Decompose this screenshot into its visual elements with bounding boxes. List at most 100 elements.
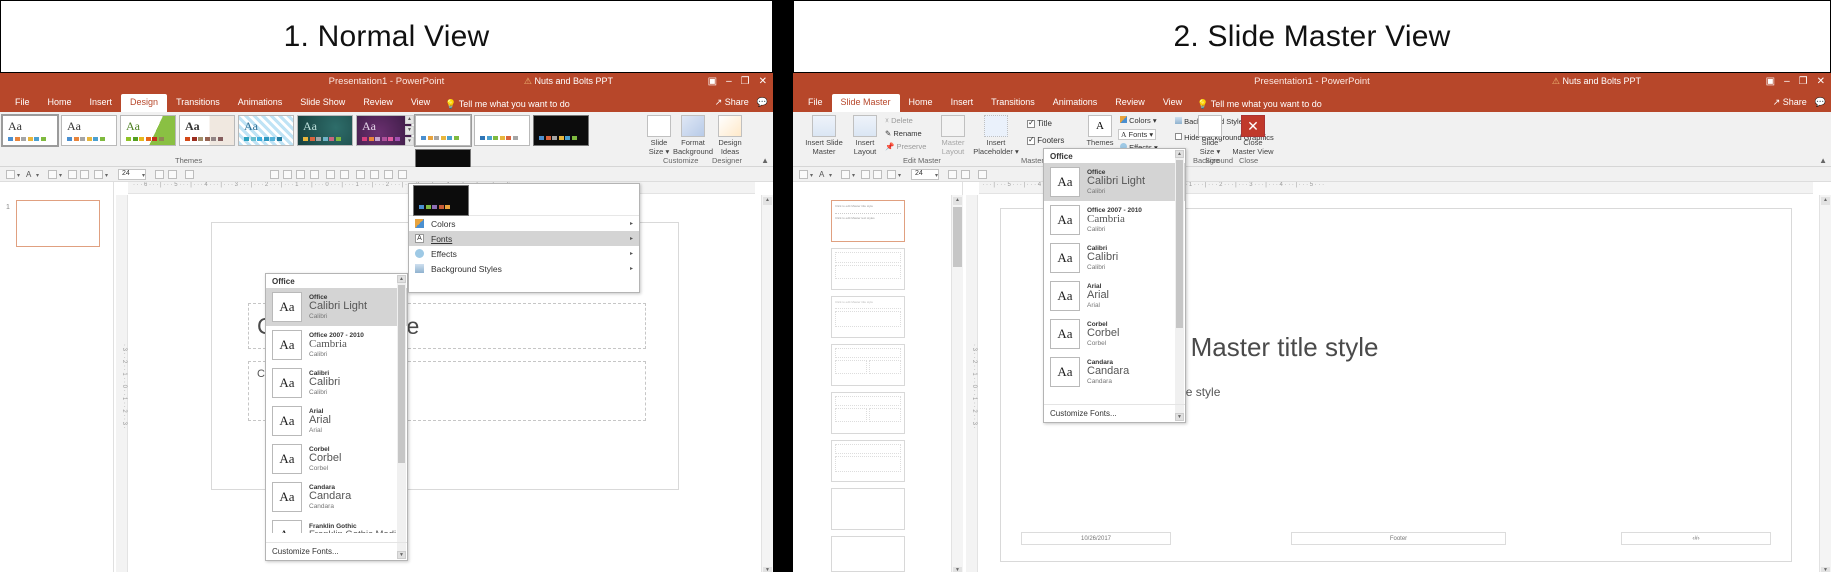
minimize-button[interactable]: – (726, 76, 732, 87)
theme-colors-button[interactable]: Colors ▾ (1120, 116, 1157, 125)
scroll-up-icon[interactable]: ▲ (953, 197, 962, 205)
tab-slide-show[interactable]: Slide Show (291, 94, 354, 112)
collapse-ribbon-icon[interactable]: ▲ (761, 156, 769, 165)
font-theme-item[interactable]: Aa Franklin Gothic Franklin Gothic Medi … (1044, 391, 1185, 395)
slide-thumbnail-pane[interactable]: 1 (0, 182, 114, 572)
slide-number-placeholder[interactable]: ‹#› (1621, 532, 1771, 545)
scroll-down-icon[interactable]: ▼ (405, 126, 414, 135)
ribbon-display-options-icon[interactable]: ▣ (1766, 76, 1775, 87)
scroll-up-icon[interactable]: ▲ (1821, 197, 1830, 205)
theme-fonts-dropdown[interactable]: Office Aa Office Calibri Light Calibri A… (1043, 148, 1186, 423)
insert-layout-button[interactable]: Insert Layout (847, 115, 883, 156)
layout-thumbnail[interactable]: Click to edit Master title style (831, 296, 905, 338)
scroll-thumb[interactable] (398, 285, 405, 463)
theme-thumb-facet[interactable]: Aa (120, 115, 176, 146)
checkbox-icon[interactable] (1175, 133, 1182, 140)
tell-me-box[interactable]: 💡 Tell me what you want to do (439, 97, 576, 112)
vertical-scrollbar[interactable]: ▲ ▼ (1819, 195, 1831, 572)
more-themes-icon[interactable]: ▾ (405, 137, 414, 146)
share-button[interactable]: ↗ Share (715, 97, 749, 108)
checkbox-icon[interactable] (1027, 120, 1035, 128)
tell-me-box[interactable]: 💡 Tell me what you want to do (1191, 97, 1328, 112)
account-name[interactable]: ⚠ Nuts and Bolts PPT (524, 76, 613, 87)
comments-icon[interactable]: 💬 (1815, 97, 1826, 108)
tab-review[interactable]: Review (1106, 94, 1154, 112)
close-button[interactable]: ✕ (1817, 76, 1825, 87)
tab-view[interactable]: View (402, 94, 439, 112)
tab-animations[interactable]: Animations (229, 94, 292, 112)
window-controls[interactable]: ▣ – ❐ ✕ (708, 76, 767, 87)
design-ideas-button[interactable]: Design Ideas (710, 115, 750, 156)
layout-thumbnail-pane[interactable]: Click to edit Master title style Click t… (793, 182, 963, 572)
scroll-down-icon[interactable]: ▼ (953, 567, 962, 572)
dropdown-scrollbar[interactable]: ▲ ▼ (397, 275, 406, 559)
checkbox-icon[interactable] (1027, 137, 1035, 145)
themes-scroll-buttons[interactable]: ▲ ▼ ▾ (405, 115, 414, 146)
font-theme-item[interactable]: Aa Office Calibri Light Calibri (1044, 163, 1185, 201)
tab-review[interactable]: Review (354, 94, 402, 112)
tab-home[interactable]: Home (900, 94, 942, 112)
tab-transitions[interactable]: Transitions (982, 94, 1044, 112)
variant-thumb-1[interactable] (415, 115, 471, 146)
font-theme-item[interactable]: Aa Office 2007 - 2010 Cambria Calibri (1044, 201, 1185, 239)
menu-item-background-styles[interactable]: Background Styles ▸ (409, 261, 639, 276)
theme-thumb-berlin[interactable]: Aa (179, 115, 235, 146)
font-theme-item[interactable]: Aa Franklin Gothic Franklin Gothic Medi … (266, 516, 407, 533)
close-master-view-button[interactable]: ✕ Close Master View (1229, 115, 1277, 156)
layout-thumbnail[interactable] (831, 248, 905, 290)
thumbnail-pane-scrollbar[interactable]: ▲ ▼ (951, 195, 963, 572)
master-layout-button[interactable]: Master Layout (934, 115, 972, 156)
insert-placeholder-button[interactable]: Insert Placeholder ▾ (970, 115, 1022, 156)
font-theme-item[interactable]: Aa Arial Arial Arial (1044, 277, 1185, 315)
delete-master-button[interactable]: ☓ Delete (885, 116, 913, 125)
layout-thumbnail[interactable] (831, 488, 905, 530)
minimize-button[interactable]: – (1784, 76, 1790, 87)
scroll-up-icon[interactable]: ▲ (1175, 150, 1184, 158)
theme-thumb-dots[interactable]: Aa (238, 115, 294, 146)
layout-thumbnail[interactable] (831, 344, 905, 386)
layout-thumbnail[interactable] (831, 440, 905, 482)
insert-slide-master-button[interactable]: Insert Slide Master (801, 115, 847, 156)
title-checkbox[interactable]: Title (1027, 119, 1052, 128)
close-button[interactable]: ✕ (759, 76, 767, 87)
tab-insert[interactable]: Insert (942, 94, 983, 112)
slide-size-button[interactable]: Slide Size ▾ (1191, 115, 1229, 156)
ribbon-display-options-icon[interactable]: ▣ (708, 76, 717, 87)
preserve-master-button[interactable]: 📌 Preserve (885, 142, 926, 151)
theme-fonts-list[interactable]: Aa Office Calibri Light Calibri Aa Offic… (266, 288, 407, 533)
scroll-up-icon[interactable]: ▲ (763, 197, 772, 205)
footer-placeholder[interactable]: Footer (1291, 532, 1506, 545)
theme-fonts-button[interactable]: A Fonts ▾ (1118, 129, 1156, 140)
window-controls[interactable]: ▣ – ❐ ✕ (1766, 76, 1825, 87)
variant-thumb-2[interactable] (474, 115, 530, 146)
vertical-scrollbar[interactable]: ▲ ▼ (761, 195, 773, 572)
rename-master-button[interactable]: ✎ Rename (885, 129, 922, 138)
tab-slide-master[interactable]: Slide Master (832, 94, 900, 112)
layout-thumbnail[interactable] (831, 392, 905, 434)
dropdown-scrollbar[interactable]: ▲ ▼ (1175, 150, 1184, 421)
customize-fonts-button[interactable]: Customize Fonts... (266, 542, 407, 560)
scroll-thumb[interactable] (953, 207, 962, 267)
layout-thumbnail[interactable] (831, 536, 905, 572)
restore-button[interactable]: ❐ (1799, 76, 1808, 87)
font-theme-item[interactable]: Aa Calibri Calibri Calibri (1044, 239, 1185, 277)
menu-item-fonts[interactable]: A Fonts ▸ (409, 231, 639, 246)
font-theme-item[interactable]: Aa Calibri Calibri Calibri (266, 364, 407, 402)
slide-thumbnail-1[interactable] (16, 200, 100, 247)
scroll-down-icon[interactable]: ▼ (763, 567, 772, 572)
tab-transitions[interactable]: Transitions (167, 94, 229, 112)
tab-animations[interactable]: Animations (1044, 94, 1107, 112)
menu-item-effects[interactable]: Effects ▸ (409, 246, 639, 261)
footers-checkbox[interactable]: Footers (1027, 136, 1064, 145)
font-theme-item[interactable]: Aa Candara Candara Candara (1044, 353, 1185, 391)
font-theme-item[interactable]: Aa Corbel Corbel Corbel (1044, 315, 1185, 353)
tab-home[interactable]: Home (39, 94, 81, 112)
menu-item-colors[interactable]: Colors ▸ (409, 216, 639, 231)
font-theme-item[interactable]: Aa Office Calibri Light Calibri (266, 288, 407, 326)
scroll-thumb[interactable] (1176, 160, 1183, 328)
date-placeholder[interactable]: 10/26/2017 (1021, 532, 1171, 545)
account-name[interactable]: ⚠ Nuts and Bolts PPT (1552, 76, 1641, 87)
scroll-down-icon[interactable]: ▼ (1821, 567, 1830, 572)
themes-gallery[interactable]: Aa Aa Aa Aa Aa Aa (2, 115, 412, 146)
variant-thumb-3[interactable] (533, 115, 589, 146)
